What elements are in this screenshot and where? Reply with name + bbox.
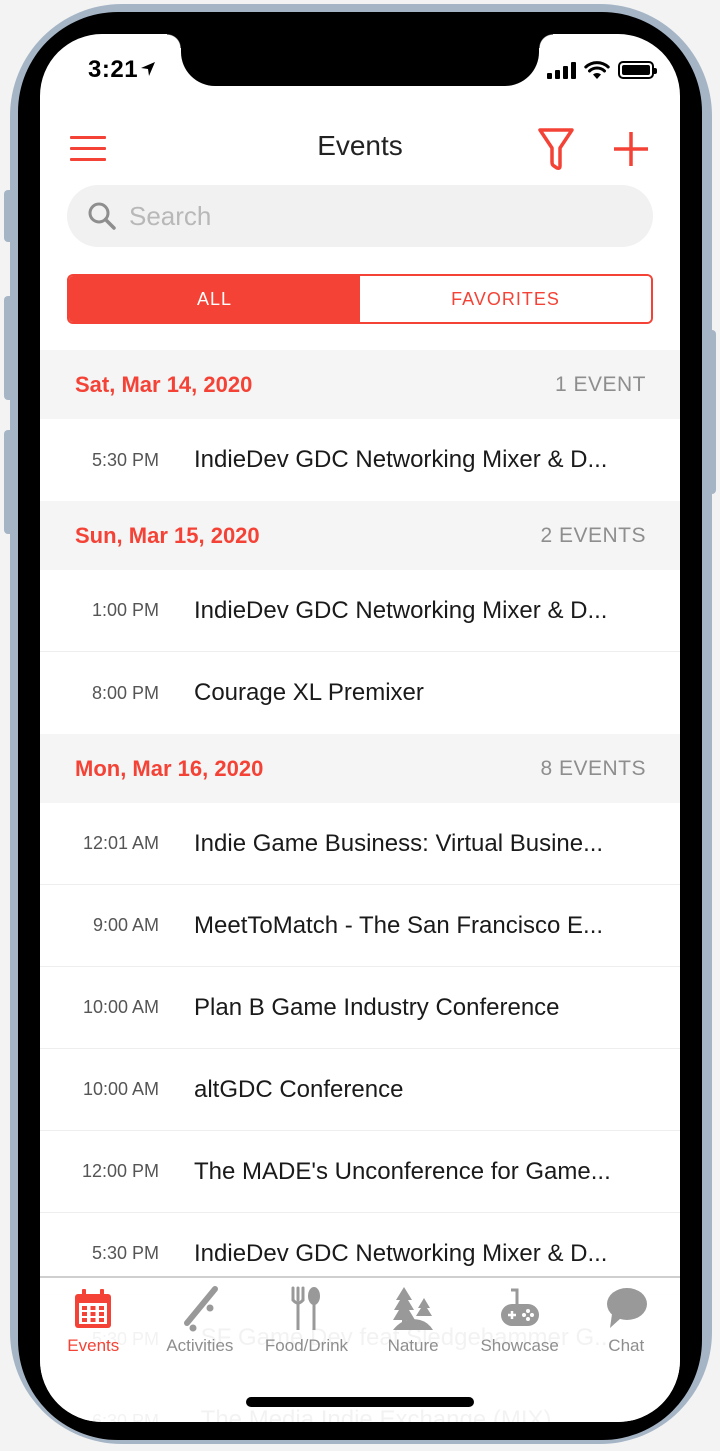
search-bar[interactable] <box>67 185 653 247</box>
tab-nature[interactable]: Nature <box>360 1286 467 1356</box>
tab-chat[interactable]: Chat <box>573 1286 680 1356</box>
event-time: 5:30 PM <box>91 449 159 470</box>
section-date: Sat, Mar 14, 2020 <box>75 371 253 397</box>
event-time: 6:30 PM <box>91 1411 159 1422</box>
phone-power-button <box>706 330 716 494</box>
status-bar-icons <box>547 60 657 80</box>
tab-label: Activities <box>166 1336 234 1355</box>
event-row[interactable]: 9:00 AM MeetToMatch - The San Francisco … <box>40 885 680 967</box>
app-screen: 3:21 Events ALL FAV <box>40 34 680 1422</box>
page-title: Events <box>317 130 403 161</box>
event-title: The Media Indie Exchange (MIX) <box>200 1406 552 1422</box>
event-title: Courage XL Premixer <box>194 679 424 706</box>
section-event-count: 8 EVENTS <box>540 756 646 780</box>
search-icon <box>88 202 116 230</box>
event-title: altGDC Conference <box>194 1075 404 1103</box>
cellular-signal-icon <box>547 61 576 79</box>
home-indicator[interactable] <box>246 1397 474 1407</box>
plus-icon[interactable] <box>612 130 650 168</box>
navigation-bar: Events <box>40 114 680 184</box>
wifi-icon <box>584 61 610 79</box>
event-row[interactable]: 12:01 AM Indie Game Business: Virtual Bu… <box>40 803 680 885</box>
event-time: 10:00 AM <box>82 997 159 1017</box>
section-header: Mon, Mar 16, 2020 8 EVENTS <box>40 734 680 803</box>
phone-notch <box>167 34 553 86</box>
phone-silent-switch <box>4 190 14 242</box>
gamepad-icon <box>500 1288 539 1326</box>
fork-spoon-icon <box>291 1286 321 1330</box>
battery-icon <box>618 61 657 79</box>
tab-label: Food/Drink <box>264 1336 349 1355</box>
event-time: 10:00 AM <box>82 1079 159 1099</box>
phone-volume-down-button <box>4 430 14 534</box>
event-title: Plan B Game Industry Conference <box>194 993 560 1021</box>
event-row[interactable]: 12:00 PM The MADE's Unconference for Gam… <box>40 1131 680 1213</box>
tab-events[interactable]: Events <box>40 1286 147 1356</box>
calendar-icon <box>75 1289 112 1328</box>
tab-activities[interactable]: Activities <box>147 1286 254 1356</box>
event-row-behind-tabbar: 6:30 PM The Media Indie Exchange (MIX) <box>40 1406 680 1422</box>
segmented-control: ALL FAVORITES <box>67 274 653 324</box>
section-event-count: 1 EVENT <box>554 372 646 396</box>
section-header: Sat, Mar 14, 2020 1 EVENT <box>40 350 680 419</box>
tab-label: Events <box>67 1336 120 1355</box>
segment-favorites[interactable]: FAVORITES <box>360 276 651 322</box>
event-time: 1:00 PM <box>91 600 159 620</box>
event-title: MeetToMatch - The San Francisco E... <box>194 911 604 939</box>
event-row[interactable]: 10:00 AM altGDC Conference <box>40 1049 680 1131</box>
status-bar-time: 3:21 <box>88 56 156 84</box>
tab-label: Nature <box>387 1336 439 1355</box>
tab-list: Events Activities Food/Drink Nature Show… <box>40 1286 680 1356</box>
tab-label: Showcase <box>480 1336 559 1355</box>
status-time-text: 3:21 <box>88 56 139 83</box>
tab-label: Chat <box>608 1336 645 1355</box>
segment-all[interactable]: ALL <box>69 276 360 322</box>
event-title: The MADE's Unconference for Game... <box>194 1157 611 1185</box>
event-row[interactable]: 10:00 AM Plan B Game Industry Conference <box>40 967 680 1049</box>
event-row[interactable]: 5:30 PM IndieDev GDC Networking Mixer & … <box>40 419 680 501</box>
section-event-count: 2 EVENTS <box>540 523 646 547</box>
event-row[interactable]: 1:00 PM IndieDev GDC Networking Mixer & … <box>40 570 680 652</box>
location-arrow-icon <box>140 60 156 83</box>
section-date: Mon, Mar 16, 2020 <box>75 755 264 781</box>
event-title: IndieDev GDC Networking Mixer & D... <box>194 596 608 624</box>
filter-funnel-icon[interactable] <box>536 126 576 172</box>
skateboard-icon <box>183 1286 218 1332</box>
event-time: 8:00 PM <box>91 682 159 703</box>
event-row[interactable]: 8:00 PM Courage XL Premixer <box>40 652 680 734</box>
event-title: IndieDev GDC Networking Mixer & D... <box>194 446 608 473</box>
tab-showcase[interactable]: Showcase <box>466 1286 573 1356</box>
section-header: Sun, Mar 15, 2020 2 EVENTS <box>40 501 680 570</box>
tab-food-drink[interactable]: Food/Drink <box>253 1286 360 1356</box>
event-title: Indie Game Business: Virtual Busine... <box>194 829 604 857</box>
event-time: 5:30 PM <box>91 1243 159 1263</box>
search-input[interactable] <box>129 200 629 232</box>
event-time: 12:00 PM <box>81 1161 159 1181</box>
event-list[interactable]: Sat, Mar 14, 2020 1 EVENT 5:30 PM IndieD… <box>40 350 680 1295</box>
trees-icon <box>393 1287 434 1330</box>
event-time: 12:01 AM <box>82 833 159 853</box>
speech-bubble-icon <box>607 1288 648 1328</box>
section-date: Sun, Mar 15, 2020 <box>75 522 260 548</box>
phone-volume-up-button <box>4 296 14 400</box>
event-time: 9:00 AM <box>92 915 159 935</box>
event-title: IndieDev GDC Networking Mixer & D... <box>194 1239 608 1267</box>
